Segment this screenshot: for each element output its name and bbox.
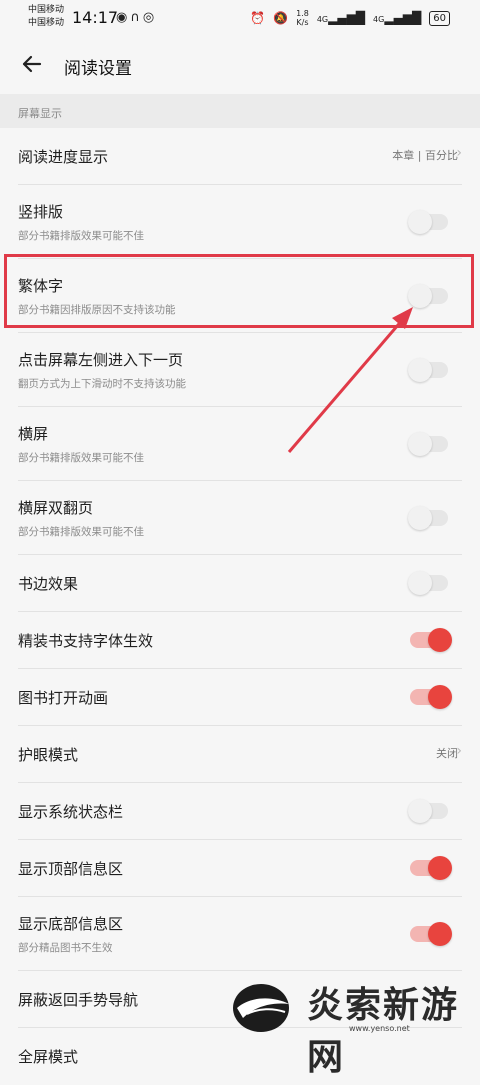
clock: 14:17 <box>72 8 119 27</box>
setting-subtitle: 部分精品图书不生效 <box>18 942 113 954</box>
carrier-2: 中国移动 <box>28 18 65 28</box>
setting-eye-protection[interactable]: 护眼模式 关闭 › <box>0 726 480 783</box>
setting-reading-progress[interactable]: 阅读进度显示 本章 | 百分比 › <box>0 128 480 185</box>
net-speed: 1.8 K/s <box>296 9 309 27</box>
setting-subtitle: 部分书籍排版效果可能不佳 <box>18 452 144 464</box>
watermark-logo-icon <box>233 984 289 1032</box>
chevron-right-icon: › <box>456 145 462 161</box>
toggle-switch[interactable] <box>410 685 452 709</box>
setting-tap-left-next-page[interactable]: 点击屏幕左侧进入下一页 翻页方式为上下滑动时不支持该功能 <box>0 333 480 407</box>
toggle-knob <box>408 358 432 382</box>
toggle-switch[interactable] <box>408 358 448 382</box>
toggle-knob <box>428 922 452 946</box>
carrier-labels: 中国移动 中国移动 <box>28 4 64 30</box>
toggle-switch[interactable] <box>408 432 448 456</box>
setting-system-status-bar[interactable]: 显示系统状态栏 <box>0 783 480 840</box>
setting-title: 图书打开动画 <box>18 689 109 707</box>
setting-title: 横屏 <box>18 425 49 443</box>
toggle-switch[interactable] <box>408 210 448 234</box>
setting-title: 显示底部信息区 <box>18 915 124 933</box>
setting-title: 竖排版 <box>18 203 64 221</box>
section-label: 屏幕显示 <box>18 107 62 120</box>
toggle-switch[interactable] <box>408 799 448 823</box>
setting-landscape[interactable]: 横屏 部分书籍排版效果可能不佳 <box>0 407 480 481</box>
toggle-switch[interactable] <box>408 506 448 530</box>
setting-title: 显示顶部信息区 <box>18 860 124 878</box>
setting-book-open-animation[interactable]: 图书打开动画 <box>0 669 480 726</box>
watermark-url: www.yenso.net <box>349 1024 410 1033</box>
toggle-knob <box>408 506 432 530</box>
setting-subtitle: 翻页方式为上下滑动时不支持该功能 <box>18 378 186 390</box>
headphones-icon: ∩ <box>130 10 143 25</box>
setting-value: 关闭 <box>436 747 458 760</box>
toggle-knob <box>428 685 452 709</box>
toggle-knob <box>408 571 432 595</box>
setting-title: 全屏模式 <box>18 1048 79 1066</box>
setting-hardcover-font[interactable]: 精装书支持字体生效 <box>0 612 480 669</box>
setting-subtitle: 部分书籍排版效果可能不佳 <box>18 526 144 538</box>
setting-vertical-layout[interactable]: 竖排版 部分书籍排版效果可能不佳 <box>0 185 480 259</box>
app-header: 阅读设置 <box>0 36 480 94</box>
status-left-icons: ◉∩◎ <box>116 10 157 25</box>
page-title: 阅读设置 <box>64 59 132 79</box>
back-arrow-icon[interactable] <box>18 50 46 78</box>
signal-1-icon: 4G▂▄▆█ <box>316 11 366 25</box>
section-header: 屏幕显示 <box>0 94 480 128</box>
battery-icon: 60 <box>429 10 450 26</box>
setting-subtitle: 部分书籍排版效果可能不佳 <box>18 230 144 242</box>
toggle-knob <box>408 210 432 234</box>
setting-title: 点击屏幕左侧进入下一页 <box>18 351 184 369</box>
chevron-right-icon: › <box>456 743 462 759</box>
toggle-switch[interactable] <box>410 856 452 880</box>
setting-value: 本章 | 百分比 <box>392 149 458 162</box>
setting-bottom-info-area[interactable]: 显示底部信息区 部分精品图书不生效 <box>0 897 480 971</box>
weibo-icon: ◉ <box>116 10 131 25</box>
toggle-knob <box>408 799 432 823</box>
watermark: 炎索新游网 www.yenso.net <box>225 968 475 1078</box>
signal-2-icon: 4G▂▄▆█ <box>373 11 422 25</box>
setting-title: 屏蔽返回手势导航 <box>18 991 139 1009</box>
setting-title: 书边效果 <box>18 575 79 593</box>
toggle-knob <box>428 628 452 652</box>
setting-top-info-area[interactable]: 显示顶部信息区 <box>0 840 480 897</box>
setting-landscape-double-page[interactable]: 横屏双翻页 部分书籍排版效果可能不佳 <box>0 481 480 555</box>
toggle-knob <box>408 432 432 456</box>
setting-title: 显示系统状态栏 <box>18 803 124 821</box>
status-right-icons: ⏰ 🔕 1.8 K/s 4G▂▄▆█ 4G▂▄▆█ 60 <box>250 9 450 27</box>
alarm-icon: ⏰ <box>250 11 266 25</box>
mute-icon: 🔕 <box>273 11 289 25</box>
setting-title: 阅读进度显示 <box>18 148 109 166</box>
setting-title: 横屏双翻页 <box>18 499 94 517</box>
toggle-switch[interactable] <box>408 571 448 595</box>
eye-icon: ◎ <box>142 10 158 25</box>
setting-book-edge-effect[interactable]: 书边效果 <box>0 555 480 612</box>
setting-title: 精装书支持字体生效 <box>18 632 154 650</box>
toggle-switch[interactable] <box>410 628 452 652</box>
annotation-highlight-box <box>4 254 474 328</box>
toggle-switch[interactable] <box>410 922 452 946</box>
toggle-knob <box>428 856 452 880</box>
status-bar: 中国移动 中国移动 14:17 ◉∩◎ ⏰ 🔕 1.8 K/s 4G▂▄▆█ 4G… <box>0 0 480 36</box>
setting-title: 护眼模式 <box>18 746 79 764</box>
carrier-1: 中国移动 <box>28 5 65 15</box>
